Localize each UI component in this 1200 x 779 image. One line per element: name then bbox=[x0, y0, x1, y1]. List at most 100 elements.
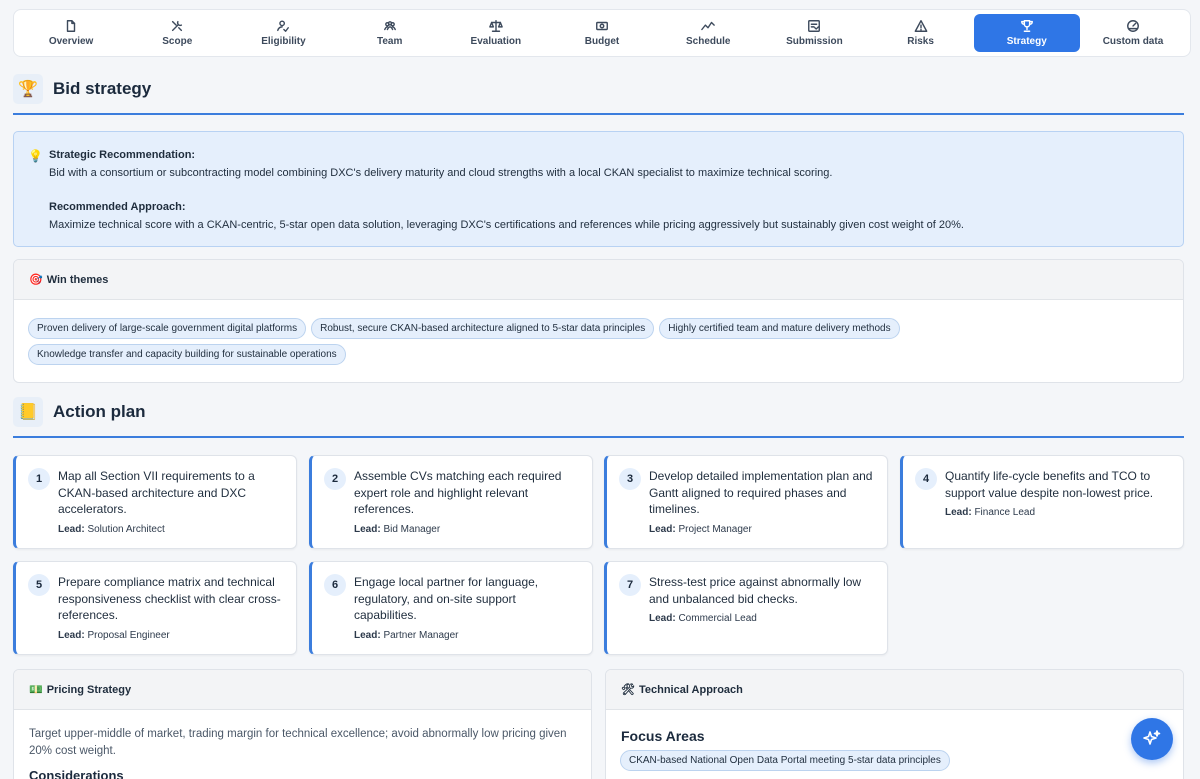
recommendation-text: Bid with a consortium or subcontracting … bbox=[49, 167, 833, 179]
gauge-icon bbox=[1127, 20, 1139, 32]
focus-areas-heading: Focus Areas bbox=[621, 728, 705, 744]
card-header: 🛠 Technical Approach bbox=[606, 670, 1183, 710]
tab-label: Risks bbox=[907, 36, 934, 47]
section-title: Action plan bbox=[53, 402, 146, 421]
action-lead: Lead: Solution Architect bbox=[58, 523, 165, 535]
pricing-strategy-card: 💵 Pricing Strategy Target upper-middle o… bbox=[13, 669, 592, 779]
tab-team[interactable]: Team bbox=[337, 14, 443, 52]
recommendation-label: Strategic Recommendation: bbox=[49, 149, 196, 161]
win-theme-chip: Knowledge transfer and capacity building… bbox=[28, 344, 346, 365]
action-number: 6 bbox=[324, 574, 346, 596]
card-title: Win themes bbox=[46, 273, 109, 286]
win-theme-chip: Proven delivery of large-scale governmen… bbox=[28, 318, 307, 339]
action-number: 7 bbox=[619, 574, 641, 596]
win-theme-chip: Highly certified team and mature deliver… bbox=[659, 318, 900, 339]
action-item: 4 Quantify life-cycle benefits and TCO t… bbox=[900, 455, 1184, 549]
money-icon: 💵 bbox=[29, 684, 43, 696]
trophy-icon: 🏆 bbox=[13, 74, 43, 104]
ai-assistant-button[interactable] bbox=[1131, 718, 1173, 760]
tab-label: Scope bbox=[162, 36, 193, 47]
action-lead: Lead: Proposal Engineer bbox=[58, 629, 170, 641]
tools-icon bbox=[172, 20, 183, 32]
action-text: Assemble CVs matching each required expe… bbox=[354, 469, 562, 516]
card-header: 🎯 Win themes bbox=[14, 260, 1183, 300]
action-lead: Lead: Bid Manager bbox=[354, 523, 441, 535]
action-text: Develop detailed implementation plan and… bbox=[649, 469, 873, 516]
win-theme-chip: Robust, secure CKAN-based architecture a… bbox=[311, 318, 655, 339]
tab-budget[interactable]: Budget bbox=[549, 14, 655, 52]
action-text: Engage local partner for language, regul… bbox=[354, 575, 539, 622]
tab-scope[interactable]: Scope bbox=[124, 14, 230, 52]
action-lead: Lead: Commercial Lead bbox=[649, 613, 757, 624]
tab-label: Budget bbox=[584, 36, 620, 47]
action-number: 4 bbox=[915, 468, 937, 490]
action-number: 3 bbox=[619, 468, 641, 490]
approach-text: Maximize technical score with a CKAN-cen… bbox=[49, 219, 964, 231]
tab-label: Overview bbox=[48, 36, 94, 47]
target-icon: 🎯 bbox=[29, 274, 43, 286]
action-number: 5 bbox=[28, 574, 50, 596]
tab-eligibility[interactable]: Eligibility bbox=[230, 14, 336, 52]
action-number: 1 bbox=[28, 468, 50, 490]
submission-icon bbox=[808, 20, 821, 32]
card-title: Technical Approach bbox=[638, 683, 743, 696]
tab-label: Schedule bbox=[685, 36, 731, 47]
trophy-icon bbox=[1020, 20, 1033, 32]
tab-evaluation[interactable]: Evaluation bbox=[443, 14, 549, 52]
money-icon bbox=[596, 21, 608, 31]
tab-schedule[interactable]: Schedule bbox=[655, 14, 761, 52]
action-item: 3 Develop detailed implementation plan a… bbox=[604, 455, 888, 549]
strategic-recommendation-box: 💡 Strategic Recommendation: Bid with a c… bbox=[13, 131, 1184, 247]
tab-risks[interactable]: Risks bbox=[868, 14, 974, 52]
action-lead: Lead: Finance Lead bbox=[945, 507, 1036, 518]
action-text: Prepare compliance matrix and technical … bbox=[58, 575, 281, 622]
section-divider bbox=[13, 113, 1184, 115]
card-title: Pricing Strategy bbox=[46, 683, 132, 696]
section-title: Bid strategy bbox=[53, 79, 152, 98]
tab-overview[interactable]: Overview bbox=[18, 14, 124, 52]
section-divider bbox=[13, 436, 1184, 438]
technical-approach-card: 🛠 Technical Approach Focus Areas CKAN-ba… bbox=[605, 669, 1184, 779]
sparkle-icon bbox=[1143, 730, 1161, 745]
card-header: 💵 Pricing Strategy bbox=[14, 670, 591, 710]
action-text: Quantify life-cycle benefits and TCO to … bbox=[945, 469, 1154, 500]
tab-label: Eligibility bbox=[261, 36, 306, 47]
action-number: 2 bbox=[324, 468, 346, 490]
team-icon bbox=[383, 21, 396, 31]
tab-label: Team bbox=[376, 36, 403, 47]
action-plan-header: 📒 Action plan bbox=[13, 397, 1184, 427]
action-lead: Lead: Partner Manager bbox=[354, 629, 459, 641]
trend-icon bbox=[701, 21, 716, 31]
pricing-text: Target upper-middle of market, trading m… bbox=[29, 728, 567, 757]
tab-label: Evaluation bbox=[470, 36, 522, 47]
tools-icon: 🛠 bbox=[621, 684, 635, 696]
tab-label: Custom data bbox=[1102, 36, 1164, 47]
approach-label: Recommended Approach: bbox=[49, 201, 186, 213]
focus-areas-list: CKAN-based National Open Data Portal mee… bbox=[606, 750, 1183, 771]
lightbulb-icon: 💡 bbox=[28, 149, 43, 163]
action-lead: Lead: Project Manager bbox=[649, 523, 752, 535]
focus-area-chip: CKAN-based National Open Data Portal mee… bbox=[620, 750, 950, 771]
action-item: 5 Prepare compliance matrix and technica… bbox=[13, 561, 297, 655]
tab-strategy[interactable]: Strategy bbox=[973, 14, 1080, 52]
win-themes-card: 🎯 Win themes Proven delivery of large-sc… bbox=[13, 259, 1184, 383]
action-item: 2 Assemble CVs matching each required ex… bbox=[309, 455, 593, 549]
warning-icon bbox=[914, 20, 927, 32]
bid-strategy-header: 🏆 Bid strategy bbox=[13, 74, 1184, 104]
action-item: 7 Stress-test price against abnormally l… bbox=[604, 561, 888, 655]
tab-custom-data[interactable]: Custom data bbox=[1080, 14, 1186, 52]
tab-label: Submission bbox=[786, 36, 843, 47]
tab-submission[interactable]: Submission bbox=[761, 14, 867, 52]
action-text: Map all Section VII requirements to a CK… bbox=[58, 469, 255, 516]
action-item: 6 Engage local partner for language, reg… bbox=[309, 561, 593, 655]
user-check-icon bbox=[277, 20, 290, 32]
action-item: 1 Map all Section VII requirements to a … bbox=[13, 455, 297, 549]
scale-icon bbox=[489, 20, 503, 32]
tab-label: Strategy bbox=[1006, 36, 1047, 47]
document-icon bbox=[66, 20, 76, 32]
considerations-heading: Considerations bbox=[29, 768, 124, 779]
action-text: Stress-test price against abnormally low… bbox=[649, 575, 862, 606]
tab-bar: Overview Scope Eligibility Team Evaluati… bbox=[13, 9, 1191, 57]
win-themes-list: Proven delivery of large-scale governmen… bbox=[14, 300, 1164, 365]
notebook-icon: 📒 bbox=[13, 397, 43, 427]
